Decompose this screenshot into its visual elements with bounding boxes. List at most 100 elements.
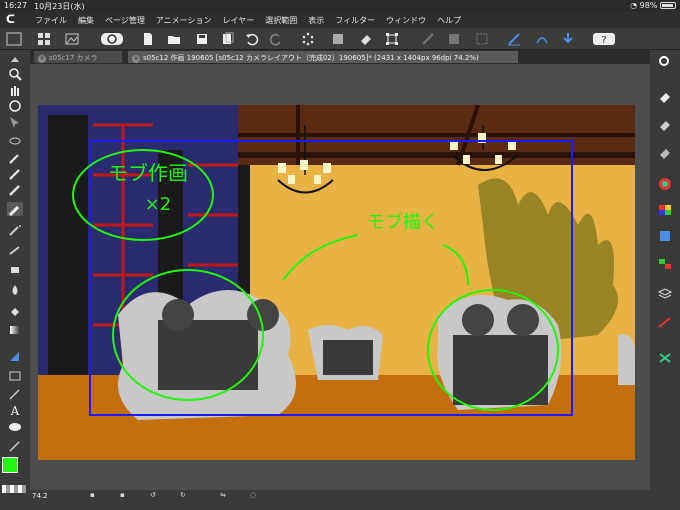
move-layer-icon[interactable] bbox=[7, 114, 23, 128]
decoration-icon[interactable] bbox=[7, 242, 23, 256]
undo-icon[interactable] bbox=[244, 31, 260, 47]
correction-icon[interactable] bbox=[7, 438, 23, 452]
duplicate-icon[interactable] bbox=[220, 31, 236, 47]
flip-icon[interactable]: ⇋ bbox=[220, 491, 226, 499]
close-icon[interactable]: × bbox=[38, 55, 46, 63]
help-icon[interactable]: ? bbox=[592, 31, 616, 47]
figure-icon[interactable] bbox=[7, 348, 23, 362]
brush-size-icon[interactable] bbox=[657, 144, 673, 159]
pen-pressure-icon[interactable] bbox=[506, 31, 522, 47]
menu-animation[interactable]: アニメーション bbox=[156, 15, 212, 26]
lasso-icon[interactable] bbox=[7, 134, 23, 148]
ruler-icon[interactable] bbox=[420, 31, 436, 47]
menu-bar: ᑕ ファイル 編集 ページ管理 アニメーション レイヤー 選択範囲 表示 フィル… bbox=[0, 12, 680, 28]
tool-property-icon[interactable] bbox=[657, 116, 673, 131]
hand-tool-icon[interactable] bbox=[7, 82, 23, 96]
ios-status-bar: 16:27 10月23日(水) ◔ 98% bbox=[0, 0, 680, 12]
color-swatches bbox=[0, 455, 30, 510]
clip-studio-icon[interactable] bbox=[100, 31, 124, 47]
right-palette-dock bbox=[650, 50, 680, 510]
color-wheel-icon[interactable] bbox=[657, 176, 673, 190]
rotate-right-icon[interactable]: ↻ bbox=[180, 491, 186, 499]
tab-label: s05c17 カメラ bbox=[49, 54, 98, 62]
rotate-left-icon[interactable]: ↺ bbox=[150, 491, 156, 499]
status-right: ◔ 98% bbox=[630, 1, 676, 10]
tab-label: s05c12 作画 190605 [s05c12 カメラレイアウト（完成02）1… bbox=[143, 54, 479, 62]
canvas-bottom-bar: 74.2 ▪ ▪ ↺ ↻ ⇋ ◌ bbox=[30, 490, 650, 510]
reset-view-icon[interactable]: ◌ bbox=[250, 491, 256, 499]
eraser-icon[interactable] bbox=[358, 31, 374, 47]
tool-palette: A bbox=[0, 50, 30, 470]
mob-silhouette-edge bbox=[618, 334, 635, 385]
menu-file[interactable]: ファイル bbox=[35, 15, 67, 26]
pen-icon[interactable] bbox=[7, 166, 23, 180]
menu-layer[interactable]: レイヤー bbox=[223, 15, 255, 26]
save-icon[interactable] bbox=[194, 31, 210, 47]
blend-icon[interactable] bbox=[7, 282, 23, 296]
navigator-icon[interactable] bbox=[657, 54, 673, 68]
menu-filter[interactable]: フィルター bbox=[335, 15, 375, 26]
menu-selection[interactable]: 選択範囲 bbox=[265, 15, 297, 26]
pen-stroke-icon[interactable] bbox=[534, 31, 550, 47]
color-set-icon[interactable] bbox=[657, 202, 673, 216]
left-pillar bbox=[48, 115, 88, 395]
ruler-tool-icon[interactable] bbox=[7, 386, 23, 400]
zoom-100-icon[interactable]: ▪ bbox=[120, 491, 125, 499]
image-icon[interactable] bbox=[64, 31, 80, 47]
intermediate-color-icon[interactable] bbox=[657, 228, 673, 242]
brush-icon[interactable] bbox=[7, 202, 23, 217]
menu-help[interactable]: ヘルプ bbox=[437, 15, 461, 26]
layer-property-icon[interactable] bbox=[657, 314, 673, 328]
grid-icon[interactable] bbox=[36, 31, 52, 47]
menu-page[interactable]: ページ管理 bbox=[105, 15, 145, 26]
airbrush-icon[interactable] bbox=[7, 222, 23, 236]
approx-color-icon[interactable] bbox=[657, 256, 673, 270]
transparent-color-swatch[interactable] bbox=[2, 485, 26, 493]
zoom-fit-icon[interactable]: ▪ bbox=[90, 491, 95, 499]
battery-percent: 98% bbox=[639, 1, 658, 10]
frame-icon[interactable] bbox=[7, 368, 23, 382]
zoom-tool-icon[interactable] bbox=[7, 66, 23, 81]
mob-figure-right-1 bbox=[462, 304, 494, 336]
fill-icon[interactable] bbox=[7, 305, 23, 319]
tab-s05c17[interactable]: × s05c17 カメラ bbox=[34, 51, 122, 63]
app-logo-icon[interactable]: ᑕ bbox=[6, 14, 18, 26]
loading-dots-icon[interactable] bbox=[300, 31, 316, 47]
open-folder-icon[interactable] bbox=[166, 31, 182, 47]
svg-text:A: A bbox=[10, 404, 20, 417]
eraser-tool-icon[interactable] bbox=[7, 262, 23, 276]
material-icon[interactable] bbox=[657, 350, 673, 364]
tab-s05c12[interactable]: × s05c12 作画 190605 [s05c12 カメラレイアウト（完成02）… bbox=[128, 51, 518, 63]
annotation-mob-draw: モブ作画 bbox=[108, 161, 188, 185]
eyedropper-icon[interactable] bbox=[7, 150, 23, 164]
battery-icon bbox=[660, 2, 676, 9]
sub-tool-icon[interactable] bbox=[657, 88, 673, 103]
rotate-tool-icon[interactable] bbox=[7, 98, 23, 112]
mob-table-center bbox=[323, 340, 373, 375]
clock: 16:27 bbox=[4, 1, 28, 10]
balloon-icon[interactable] bbox=[7, 420, 23, 434]
menu-edit[interactable]: 編集 bbox=[78, 15, 94, 26]
annotation-draw-mob: モブ描く bbox=[367, 211, 439, 233]
menu-view[interactable]: 表示 bbox=[308, 15, 324, 26]
selection-icon[interactable] bbox=[474, 31, 490, 47]
document-tabs: × s05c17 カメラ × s05c12 作画 190605 [s05c12 カメ… bbox=[30, 50, 650, 64]
redo-icon[interactable] bbox=[268, 31, 284, 47]
panel-toggle-icon[interactable] bbox=[6, 31, 22, 47]
fill-area-icon[interactable] bbox=[330, 31, 346, 47]
menu-window[interactable]: ウィンドウ bbox=[386, 15, 426, 26]
gradient-icon[interactable] bbox=[446, 31, 462, 47]
download-icon[interactable] bbox=[560, 31, 576, 47]
text-tool-icon[interactable]: A bbox=[7, 402, 23, 418]
gradient-tool-icon[interactable] bbox=[7, 322, 23, 336]
artwork-canvas[interactable]: モブ作画 ×2 モブ描く bbox=[38, 105, 635, 460]
zoom-level[interactable]: 74.2 bbox=[32, 492, 48, 500]
layer-icon[interactable] bbox=[657, 286, 673, 300]
transform-icon[interactable] bbox=[384, 31, 400, 47]
close-icon[interactable]: × bbox=[132, 55, 140, 63]
main-color-swatch[interactable] bbox=[2, 457, 18, 473]
collapse-icon[interactable] bbox=[7, 53, 23, 67]
mob-figure-right-2 bbox=[507, 304, 539, 336]
new-file-icon[interactable] bbox=[140, 31, 156, 47]
pencil-icon[interactable] bbox=[7, 182, 23, 196]
